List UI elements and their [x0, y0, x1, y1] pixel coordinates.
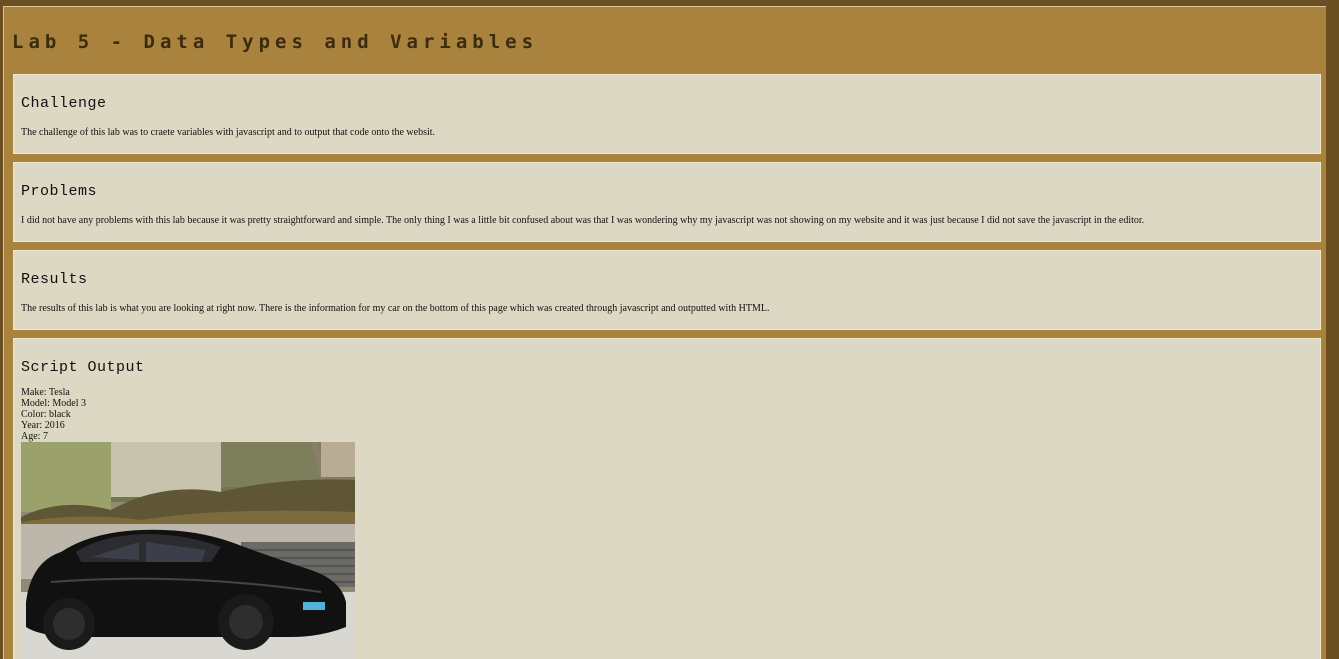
- challenge-section: Challenge The challenge of this lab was …: [13, 74, 1321, 154]
- car-make: Make: Tesla: [21, 387, 70, 398]
- page-container: Lab 5 - Data Types and Variables Challen…: [3, 6, 1326, 659]
- problems-text: I did not have any problems with this la…: [21, 215, 1145, 226]
- results-heading: Results: [21, 271, 88, 288]
- car-color: Color: black: [21, 409, 71, 420]
- problems-heading: Problems: [21, 183, 98, 200]
- challenge-heading: Challenge: [21, 95, 107, 112]
- challenge-text: The challenge of this lab was to craete …: [21, 127, 436, 138]
- car-info: Make: Tesla Model: Model 3 Color: black …: [21, 387, 1313, 442]
- results-text: The results of this lab is what you are …: [21, 303, 770, 314]
- script-output-section: Script Output Make: Tesla Model: Model 3…: [13, 338, 1321, 659]
- problems-section: Problems I did not have any problems wit…: [13, 162, 1321, 242]
- car-age: Age: 7: [21, 431, 48, 442]
- car-photo: [21, 442, 355, 659]
- car-model: Model: Model 3: [21, 398, 86, 409]
- results-section: Results The results of this lab is what …: [13, 250, 1321, 330]
- page-title: Lab 5 - Data Types and Variables: [12, 31, 539, 53]
- car-year: Year: 2016: [21, 420, 65, 431]
- script-output-heading: Script Output: [21, 359, 145, 376]
